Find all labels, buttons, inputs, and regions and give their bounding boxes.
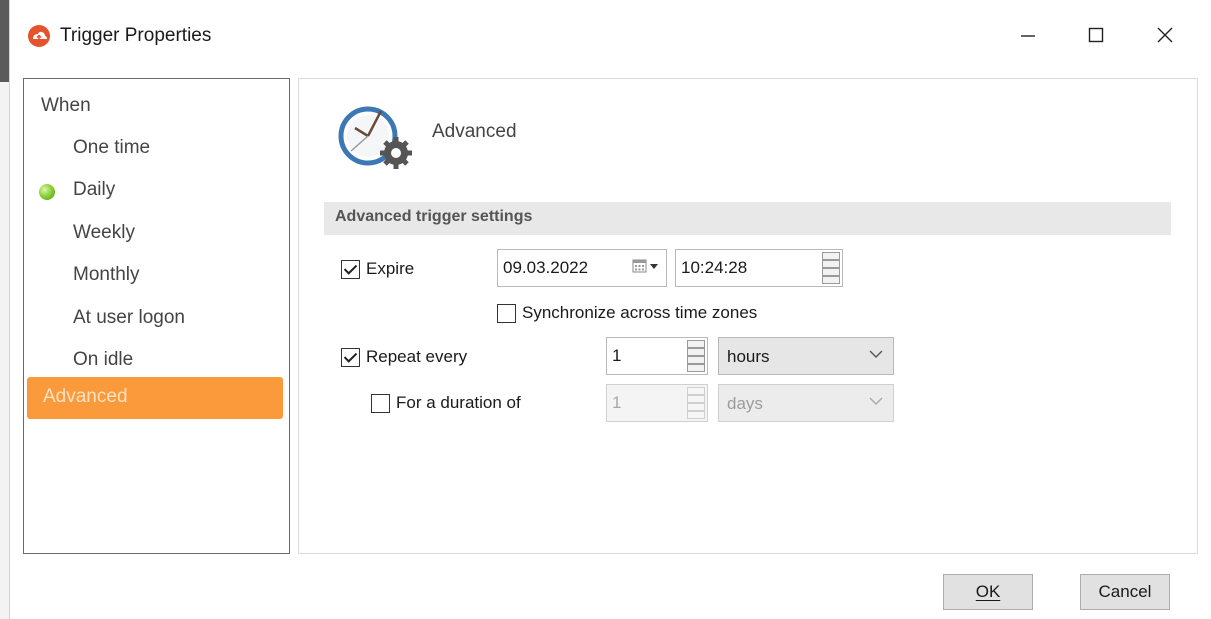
ok-button[interactable]: OK (943, 574, 1033, 610)
nav-item-monthly[interactable]: Monthly (24, 258, 289, 294)
repeat-unit-value: hours (727, 347, 770, 366)
checkbox-unchecked-icon (497, 303, 516, 323)
duration-checkbox[interactable]: For a duration of (371, 393, 521, 413)
sync-timezones-label: Synchronize across time zones (522, 303, 758, 322)
nav-item-weekly[interactable]: Weekly (24, 216, 289, 252)
ok-label: OK (975, 582, 1001, 601)
minimize-button[interactable] (1000, 12, 1056, 58)
expire-label: Expire (366, 259, 415, 278)
repeat-unit-select[interactable]: hours (718, 337, 894, 375)
repeat-every-checkbox[interactable]: Repeat every (341, 347, 467, 367)
time-spinner[interactable] (822, 252, 840, 284)
trigger-type-list: When One time Daily Weekly Monthly At us… (23, 78, 290, 554)
maximize-button[interactable] (1068, 12, 1124, 58)
expire-date-value: 09.03.2022 (503, 258, 589, 277)
cancel-label: Cancel (1098, 582, 1152, 601)
close-button[interactable] (1137, 12, 1193, 58)
duration-label: For a duration of (396, 393, 521, 412)
spin-down-icon[interactable] (822, 268, 840, 284)
spin-up-icon (687, 387, 705, 403)
expire-date-picker[interactable]: 09.03.2022 (497, 249, 667, 287)
spin-down-icon (687, 403, 705, 419)
nav-item-one-time[interactable]: One time (24, 131, 289, 167)
active-status-icon (39, 184, 55, 200)
repeat-interval-stepper[interactable]: 1 (606, 337, 708, 375)
nav-item-daily[interactable]: Daily (24, 173, 289, 209)
chevron-down-icon (869, 397, 883, 405)
duration-unit-select: days (718, 384, 894, 422)
cancel-button[interactable]: Cancel (1080, 574, 1170, 610)
spin-up-icon[interactable] (822, 252, 840, 268)
expire-checkbox[interactable]: Expire (341, 259, 414, 279)
repeat-interval-value: 1 (612, 346, 622, 365)
nav-item-advanced[interactable]: Advanced (27, 377, 283, 419)
calendar-dropdown-icon[interactable] (632, 258, 660, 274)
page-title: Advanced (432, 121, 517, 142)
nav-item-on-idle[interactable]: On idle (24, 343, 289, 379)
background-window-edge (0, 0, 10, 619)
repeat-spinner[interactable] (687, 340, 705, 372)
expire-time-field[interactable]: 10:24:28 (675, 249, 843, 287)
expire-time-value: 10:24:28 (681, 258, 748, 277)
nav-item-at-user-logon[interactable]: At user logon (24, 301, 289, 337)
chevron-down-icon (869, 350, 883, 358)
sync-timezones-checkbox[interactable]: Synchronize across time zones (497, 303, 757, 323)
duration-value: 1 (612, 393, 622, 412)
window-title: Trigger Properties (60, 25, 212, 46)
duration-unit-value: days (727, 394, 763, 413)
checkbox-checked-icon (341, 259, 360, 279)
spin-down-icon[interactable] (687, 356, 705, 372)
app-logo-icon (28, 25, 50, 47)
duration-stepper: 1 (606, 384, 708, 422)
maximize-icon (1088, 27, 1104, 43)
section-header: Advanced trigger settings (324, 202, 1171, 235)
close-icon (1157, 27, 1173, 43)
checkbox-unchecked-icon (371, 393, 390, 413)
duration-spinner (687, 387, 705, 419)
nav-heading-when: When (41, 95, 91, 116)
clock-gear-icon (335, 99, 425, 176)
spin-up-icon[interactable] (687, 340, 705, 356)
trigger-properties-window: Trigger Properties When One time Daily W… (0, 0, 1211, 619)
advanced-settings-panel: Advanced Advanced trigger settings Expir… (298, 78, 1198, 554)
repeat-every-label: Repeat every (366, 347, 468, 366)
checkbox-checked-icon (341, 347, 360, 367)
title-bar: Trigger Properties (10, 0, 1211, 70)
background-window-mark (0, 0, 9, 82)
minimize-icon (1021, 35, 1035, 37)
